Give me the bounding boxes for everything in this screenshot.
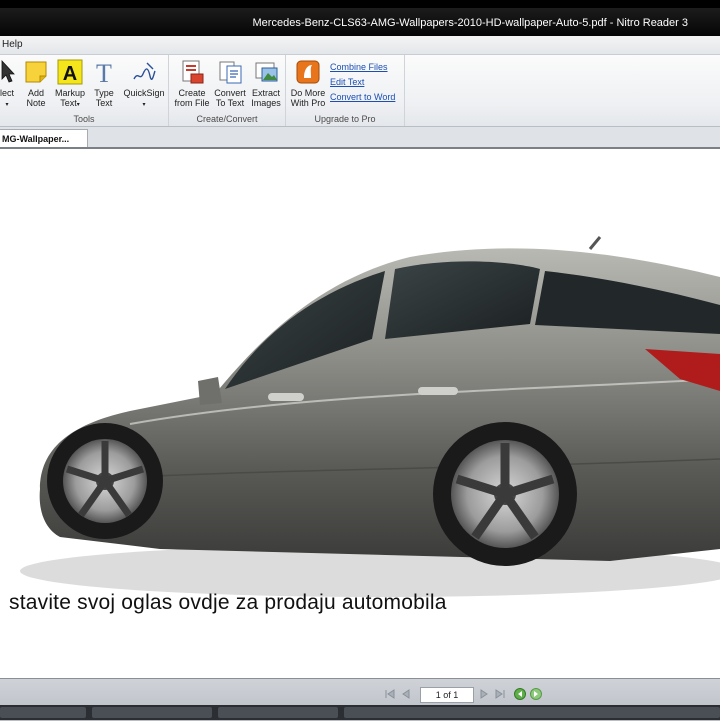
combine-files-link[interactable]: Combine Files	[330, 60, 395, 75]
create-from-file-label: Create from File	[174, 88, 210, 108]
page-indicator[interactable]: 1 of 1	[420, 687, 474, 703]
create-pdf-icon	[182, 60, 204, 84]
menu-bar: Help	[0, 36, 720, 55]
next-page-icon[interactable]	[478, 688, 490, 700]
document-tab-strip: MG-Wallpaper...	[0, 127, 720, 149]
car-image	[20, 236, 720, 597]
forward-view-icon[interactable]	[530, 688, 542, 700]
document-caption: stavite svoj oglas ovdje za prodaju auto…	[9, 591, 447, 614]
do-more-label: Do More With Pro	[290, 88, 326, 108]
extract-images-label: Extract Images	[251, 88, 281, 108]
tools-group-label: Tools	[73, 114, 95, 124]
taskbar-segment[interactable]	[344, 707, 720, 718]
svg-text:A: A	[63, 63, 77, 85]
taskbar-segment[interactable]	[218, 707, 338, 718]
extract-images-button[interactable]: Extract Images	[249, 59, 283, 108]
document-viewport[interactable]: stavite svoj oglas ovdje za prodaju auto…	[0, 149, 720, 678]
ribbon-group-tools: lect ▾ Add Note A Markup Text▾ T Type Tex…	[0, 55, 169, 126]
highlight-a-icon: A	[57, 59, 83, 85]
do-more-with-pro-button[interactable]: Do More With Pro	[288, 59, 328, 108]
ribbon: lect ▾ Add Note A Markup Text▾ T Type Tex…	[0, 55, 720, 127]
previous-page-icon[interactable]	[400, 688, 412, 700]
convert-to-word-link[interactable]: Convert to Word	[330, 90, 395, 105]
select-button[interactable]: lect ▾	[0, 59, 20, 110]
add-note-label: Add Note	[26, 88, 46, 108]
edit-text-link[interactable]: Edit Text	[330, 75, 395, 90]
extract-images-icon	[255, 62, 278, 82]
cursor-arrow-icon	[1, 59, 15, 83]
quicksign-label: QuickSign	[123, 88, 165, 98]
sticky-note-icon	[25, 61, 47, 83]
last-page-icon[interactable]	[494, 688, 506, 700]
quicksign-button[interactable]: QuickSign ▾	[122, 59, 166, 110]
type-text-icon: T	[96, 59, 112, 85]
signature-pen-icon	[133, 62, 156, 80]
ribbon-group-upgrade: Do More With Pro Combine Files Edit Text…	[286, 55, 405, 126]
svg-text:T: T	[96, 59, 112, 85]
create-from-file-button[interactable]: Create from File	[173, 59, 211, 108]
convert-to-text-button[interactable]: Convert To Text	[213, 59, 247, 108]
back-view-icon[interactable]	[514, 688, 526, 700]
taskbar-strip	[0, 705, 720, 720]
nitro-pro-icon	[296, 60, 320, 84]
type-text-button[interactable]: T Type Text	[90, 59, 118, 108]
add-note-button[interactable]: Add Note	[22, 59, 50, 108]
taskbar-segment[interactable]	[92, 707, 212, 718]
ribbon-group-create-convert: Create from File Convert To Text Extract…	[169, 55, 286, 126]
upgrade-group-label: Upgrade to Pro	[314, 114, 376, 124]
convert-text-icon	[219, 61, 242, 84]
first-page-icon[interactable]	[384, 688, 396, 700]
markup-text-label: Markup Text	[54, 88, 85, 108]
select-button-label: lect	[0, 88, 14, 98]
title-bar: Mercedes-Benz-CLS63-AMG-Wallpapers-2010-…	[0, 8, 720, 36]
menu-help[interactable]: Help	[2, 39, 23, 50]
document-tab[interactable]: MG-Wallpaper...	[0, 129, 88, 147]
markup-text-button[interactable]: A Markup Text▾	[54, 59, 86, 110]
type-text-label: Type Text	[94, 88, 114, 108]
taskbar-segment[interactable]	[0, 707, 86, 718]
convert-to-text-label: Convert To Text	[214, 88, 246, 108]
create-convert-group-label: Create/Convert	[196, 114, 258, 124]
upgrade-links: Combine Files Edit Text Convert to Word	[330, 60, 395, 105]
window-title: Mercedes-Benz-CLS63-AMG-Wallpapers-2010-…	[252, 17, 688, 29]
